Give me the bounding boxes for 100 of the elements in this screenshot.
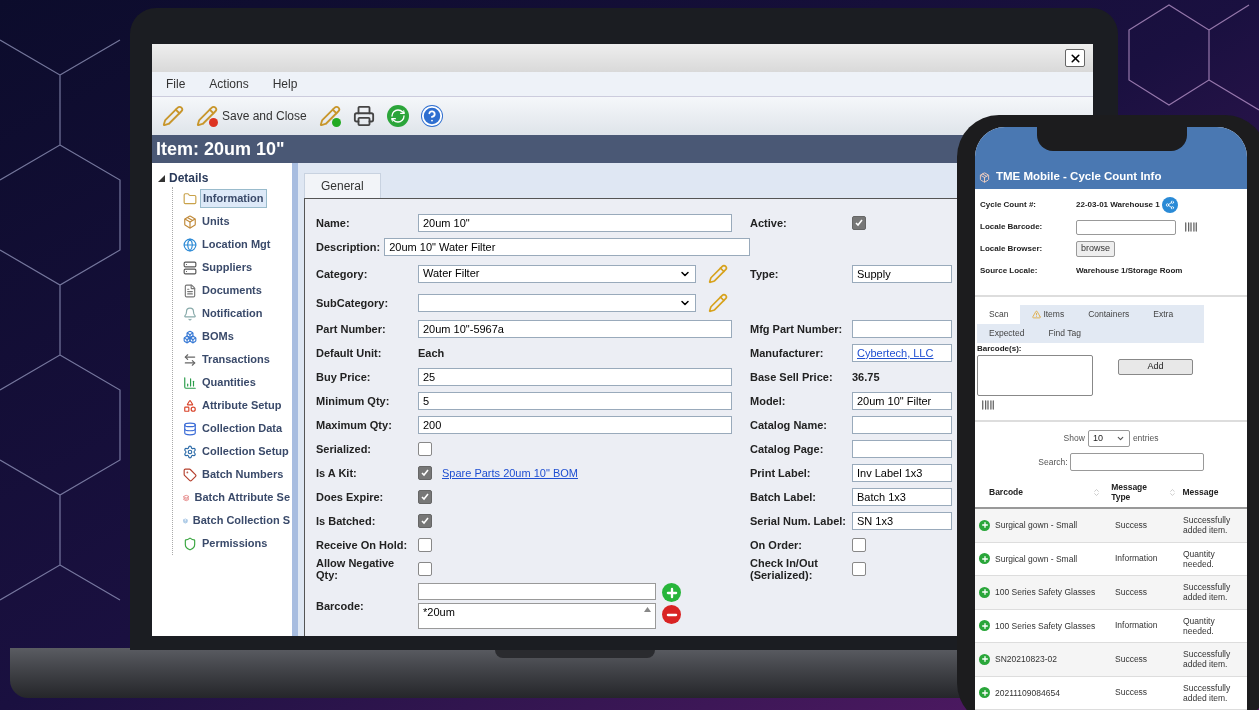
text-field[interactable]: Supply <box>852 264 952 283</box>
share-icon[interactable] <box>1161 197 1178 213</box>
checkbox[interactable] <box>418 490 432 504</box>
tree-item[interactable]: Documents <box>200 282 264 299</box>
barcodes-textarea[interactable] <box>977 355 1093 396</box>
tree-item[interactable]: Information <box>200 189 267 208</box>
checkbox[interactable] <box>418 562 432 576</box>
text-field[interactable] <box>852 416 952 434</box>
barcode-add-icon[interactable] <box>981 398 995 412</box>
tab[interactable]: Scan <box>977 305 1021 324</box>
menu-item[interactable]: Actions <box>209 75 249 93</box>
help-icon[interactable] <box>420 105 443 127</box>
menu-item[interactable]: File <box>166 75 186 93</box>
barcode-list[interactable]: *20um <box>418 603 656 629</box>
tree-item[interactable]: Quantities <box>200 374 258 391</box>
table-cell-text: Successfully added item. <box>1183 649 1232 670</box>
text-field[interactable]: 25 <box>418 368 732 386</box>
menu-item[interactable]: Help <box>272 75 298 93</box>
checkbox[interactable] <box>852 562 866 576</box>
column-header[interactable]: Message <box>1182 487 1219 497</box>
checkbox[interactable] <box>418 514 432 528</box>
add-icon[interactable] <box>662 583 681 602</box>
text-field[interactable]: 20um 10" Filter <box>852 392 952 410</box>
app-title: TME Mobile - Cycle Count Info <box>996 169 1162 185</box>
column-header[interactable]: Message Type <box>1111 482 1168 502</box>
tree-item[interactable]: Batch Numbers <box>200 466 286 483</box>
pencil-icon[interactable] <box>162 105 184 127</box>
database-icon <box>183 421 197 436</box>
checkbox[interactable] <box>418 442 432 456</box>
browse-button[interactable]: browse <box>1076 241 1115 257</box>
checkbox[interactable] <box>418 466 432 480</box>
refresh-icon[interactable] <box>386 105 409 127</box>
save-and-close-button[interactable]: Save and Close <box>196 105 307 127</box>
table-cell-text: Quantity needed. <box>1183 615 1216 636</box>
field-label: Allow Negative Qty: <box>316 557 396 581</box>
text-field[interactable]: 20um 10" Water Filter <box>384 238 750 256</box>
info-value: 22-03-01 Warehouse 1 <box>1076 199 1160 211</box>
barcode-field[interactable] <box>418 583 656 600</box>
table-cell-text: Information <box>1114 619 1159 633</box>
checkbox[interactable] <box>852 216 866 230</box>
remove-icon[interactable] <box>662 605 681 624</box>
barcode-add-icon[interactable] <box>1184 220 1198 234</box>
search-label: Search: <box>1038 455 1068 469</box>
add-icon[interactable] <box>979 519 990 531</box>
tree-item[interactable]: Notification <box>200 305 265 322</box>
checkmark-icon <box>420 468 430 478</box>
printer-icon[interactable] <box>352 105 375 127</box>
text-field[interactable] <box>1076 219 1176 235</box>
text-field[interactable]: 5 <box>418 392 732 410</box>
tree-item[interactable]: Location Mgt <box>200 236 273 253</box>
tree-item[interactable]: Permissions <box>200 535 270 552</box>
pencil-icon[interactable] <box>708 263 728 284</box>
text-field[interactable]: Batch 1x3 <box>852 488 952 506</box>
text-field[interactable] <box>852 440 952 458</box>
field-value: Each <box>418 345 445 361</box>
tree-item[interactable]: Batch Collection S <box>190 512 292 529</box>
dropdown[interactable]: Water Filter <box>418 264 696 283</box>
field-label: Receive On Hold: <box>316 539 409 551</box>
text-field[interactable]: 200 <box>418 416 732 434</box>
table-cell-text: Success <box>1114 652 1149 666</box>
tree-item[interactable]: Collection Data <box>200 420 285 437</box>
text-field[interactable]: Inv Label 1x3 <box>852 464 952 482</box>
tree-item[interactable]: Batch Attribute Se <box>192 489 292 506</box>
search-field[interactable] <box>1069 453 1204 471</box>
add-icon[interactable] <box>979 553 990 565</box>
text-field[interactable]: SN 1x3 <box>852 512 952 530</box>
add-icon[interactable] <box>979 620 990 632</box>
add-button[interactable]: Add <box>1118 359 1193 375</box>
text-field[interactable]: 20um 10" <box>418 214 732 232</box>
field-label: Buy Price: <box>316 371 372 383</box>
pencil-icon[interactable] <box>708 292 728 313</box>
expand-arrow-icon[interactable] <box>158 174 165 182</box>
field-label: Serial Num. Label: <box>750 515 847 527</box>
tab[interactable]: General <box>304 173 381 198</box>
field-label: Minimum Qty: <box>316 395 391 407</box>
checkbox[interactable] <box>852 538 866 552</box>
manufacturer-link[interactable]: Cybertech, LLC <box>857 344 934 362</box>
bom-link[interactable]: Spare Parts 20um 10" BOM <box>442 464 578 482</box>
tree-item[interactable]: BOMs <box>200 328 236 345</box>
column-header[interactable]: Barcode <box>989 487 1023 497</box>
add-icon[interactable] <box>979 687 990 699</box>
entries-dropdown[interactable]: 10 <box>1087 430 1130 447</box>
text-field[interactable] <box>852 320 952 338</box>
table-cell-text: Surgical gown - Small <box>995 553 1079 564</box>
tree-item[interactable]: Transactions <box>200 351 272 368</box>
checkbox[interactable] <box>418 538 432 552</box>
tree-item[interactable]: Collection Setup <box>200 443 291 460</box>
tree-item[interactable]: Suppliers <box>200 259 255 276</box>
tree-node[interactable]: Details <box>169 169 209 187</box>
dropdown[interactable] <box>418 293 696 312</box>
tree-item[interactable]: Units <box>200 213 232 230</box>
add-icon[interactable] <box>979 653 990 665</box>
pencil-add-icon[interactable] <box>318 105 341 127</box>
tag-icon <box>183 467 197 482</box>
tree-item[interactable]: Attribute Setup <box>200 397 284 414</box>
entries-label: entries <box>1132 432 1159 445</box>
text-field[interactable]: 20um 10"-5967a <box>418 320 732 338</box>
sort-icon[interactable] <box>1092 487 1102 497</box>
close-button[interactable] <box>1065 49 1085 67</box>
add-icon[interactable] <box>979 586 990 598</box>
